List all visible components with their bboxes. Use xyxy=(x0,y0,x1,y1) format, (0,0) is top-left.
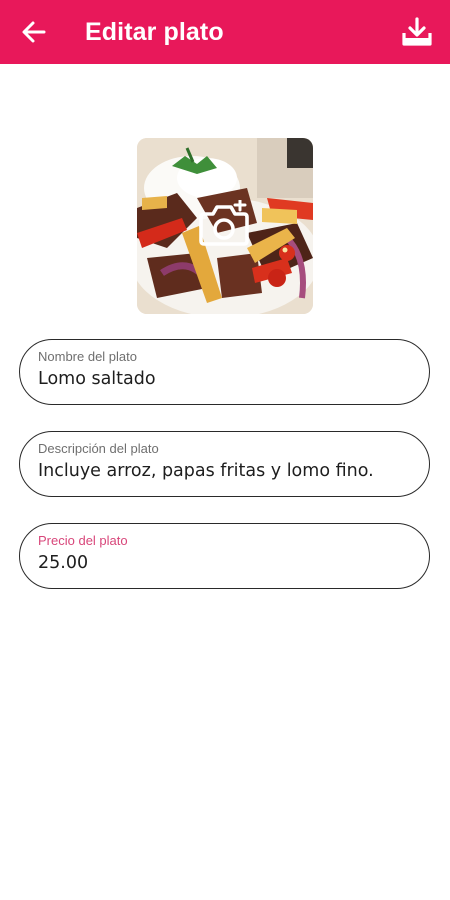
dish-price-field[interactable]: Precio del plato 25.00 xyxy=(19,523,430,589)
dish-price-label: Precio del plato xyxy=(38,533,128,548)
dish-description-field[interactable]: Descripción del plato Incluye arroz, pap… xyxy=(19,431,430,497)
dish-name-field[interactable]: Nombre del plato Lomo saltado xyxy=(19,339,430,405)
dish-description-value[interactable]: Incluye arroz, papas fritas y lomo fino. xyxy=(38,461,374,481)
app-bar: Editar plato xyxy=(0,0,450,64)
download-button[interactable] xyxy=(400,16,434,48)
dish-photo-button[interactable] xyxy=(137,138,313,314)
edit-dish-screen: Editar plato Nombre del plato Lomo salta… xyxy=(0,0,450,900)
dish-name-value[interactable]: Lomo saltado xyxy=(38,369,156,389)
back-button[interactable] xyxy=(20,18,48,46)
dish-description-label: Descripción del plato xyxy=(38,441,159,456)
arrow-left-icon xyxy=(22,21,46,43)
download-tray-icon xyxy=(402,17,432,46)
page-title: Editar plato xyxy=(85,18,224,46)
dish-price-value[interactable]: 25.00 xyxy=(38,553,88,573)
camera-icon xyxy=(199,200,249,246)
dish-name-label: Nombre del plato xyxy=(38,349,137,364)
